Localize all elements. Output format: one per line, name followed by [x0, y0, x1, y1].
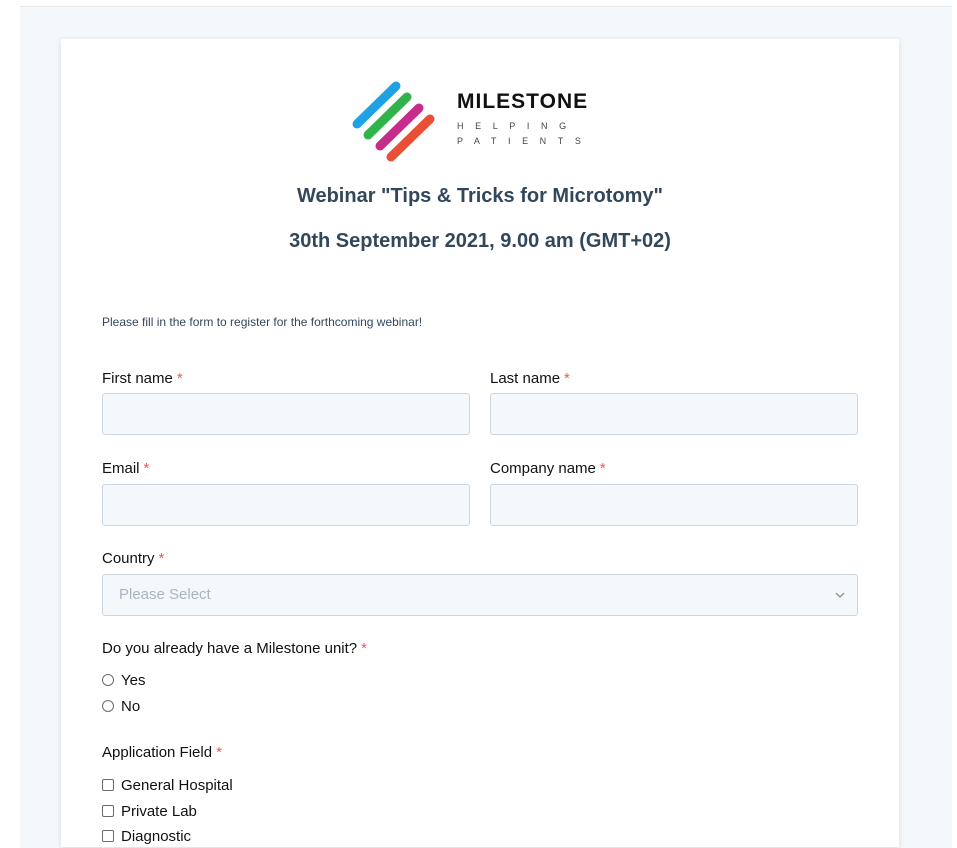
- application-field-label: Application Field *: [102, 744, 222, 762]
- form-intro-text: Please fill in the form to register for …: [102, 315, 423, 329]
- required-marker: *: [564, 370, 570, 387]
- checkbox-option-label: Diagnostic: [121, 827, 192, 845]
- registration-form-card: MILESTONE HELPING PATIENTS Webinar "Tips…: [61, 39, 899, 847]
- checkbox-option-private-lab[interactable]: Private Lab: [102, 801, 197, 821]
- brand-tagline-line2: PATIENTS: [457, 136, 593, 146]
- milestone-unit-question-text: Do you already have a Milestone unit?: [102, 640, 358, 657]
- radio-option-label: Yes: [121, 671, 146, 689]
- last-name-label: Last name *: [490, 370, 570, 388]
- radio-button[interactable]: [102, 700, 114, 712]
- checkbox-option-diagnostic[interactable]: Diagnostic: [102, 826, 191, 846]
- checkbox[interactable]: [102, 830, 114, 842]
- diagonal-color-stripes-icon: [352, 81, 435, 162]
- required-marker: *: [216, 744, 222, 761]
- first-name-label-text: First name: [102, 370, 173, 387]
- chevron-down-icon: [835, 592, 845, 599]
- required-marker: *: [599, 460, 606, 477]
- first-name-label: First name *: [102, 370, 183, 388]
- checkbox[interactable]: [102, 779, 114, 791]
- checkbox-option-label: General Hospital: [121, 776, 233, 794]
- radio-option-yes[interactable]: Yes: [102, 670, 145, 690]
- radio-option-label: No: [121, 697, 141, 715]
- required-marker: *: [143, 460, 150, 477]
- email-input[interactable]: [102, 484, 470, 526]
- country-label-text: Country: [102, 550, 155, 567]
- country-select[interactable]: Please Select: [102, 574, 858, 616]
- checkbox-option-general-hospital[interactable]: General Hospital: [102, 775, 233, 795]
- first-name-input[interactable]: [102, 393, 470, 435]
- company-name-input[interactable]: [490, 484, 858, 526]
- country-select-placeholder: Please Select: [119, 586, 211, 603]
- last-name-label-text: Last name: [490, 370, 561, 387]
- required-marker: *: [361, 640, 367, 657]
- webinar-date: 30th September 2021, 9.00 am (GMT+02): [289, 230, 671, 252]
- checkbox-option-label: Private Lab: [121, 802, 197, 820]
- radio-option-no[interactable]: No: [102, 696, 140, 716]
- last-name-input[interactable]: [490, 393, 858, 435]
- checkbox[interactable]: [102, 805, 114, 817]
- brand-tagline-line1: HELPING: [457, 121, 578, 131]
- milestone-unit-question: Do you already have a Milestone unit? *: [102, 640, 367, 658]
- company-name-label: Company name *: [490, 460, 606, 478]
- email-label: Email *: [102, 460, 149, 478]
- application-field-label-text: Application Field: [102, 744, 213, 761]
- country-label: Country *: [102, 550, 164, 568]
- company-name-label-text: Company name: [490, 460, 596, 477]
- milestone-logo: MILESTONE HELPING PATIENTS: [351, 81, 611, 162]
- email-label-text: Email: [102, 460, 140, 477]
- radio-button[interactable]: [102, 674, 114, 686]
- required-marker: *: [158, 550, 165, 567]
- required-marker: *: [176, 370, 183, 387]
- brand-name: MILESTONE: [457, 90, 589, 113]
- webinar-title: Webinar "Tips & Tricks for Microtomy": [296, 185, 664, 207]
